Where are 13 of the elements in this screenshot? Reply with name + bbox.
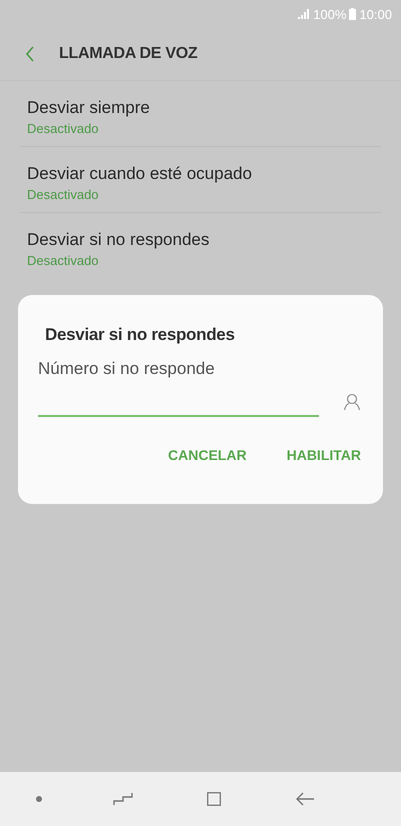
setting-item[interactable]: Desviar si no respondes Desactivado	[20, 213, 381, 278]
battery-icon	[349, 8, 356, 20]
back-icon[interactable]	[295, 790, 316, 808]
dot-icon	[36, 796, 42, 802]
recents-icon[interactable]	[112, 790, 133, 808]
setting-item[interactable]: Desviar cuando esté ocupado Desactivado	[20, 147, 381, 213]
setting-item[interactable]: Desviar siempre Desactivado	[20, 81, 381, 147]
input-field[interactable]: Número si no responde	[38, 359, 319, 417]
dialog-title: Desviar si no respondes	[44, 325, 236, 345]
contact-icon[interactable]	[343, 393, 361, 411]
signal-icon	[298, 9, 310, 19]
page-title: LLAMADA DE VOZ	[59, 45, 198, 63]
back-icon[interactable]	[25, 46, 35, 62]
